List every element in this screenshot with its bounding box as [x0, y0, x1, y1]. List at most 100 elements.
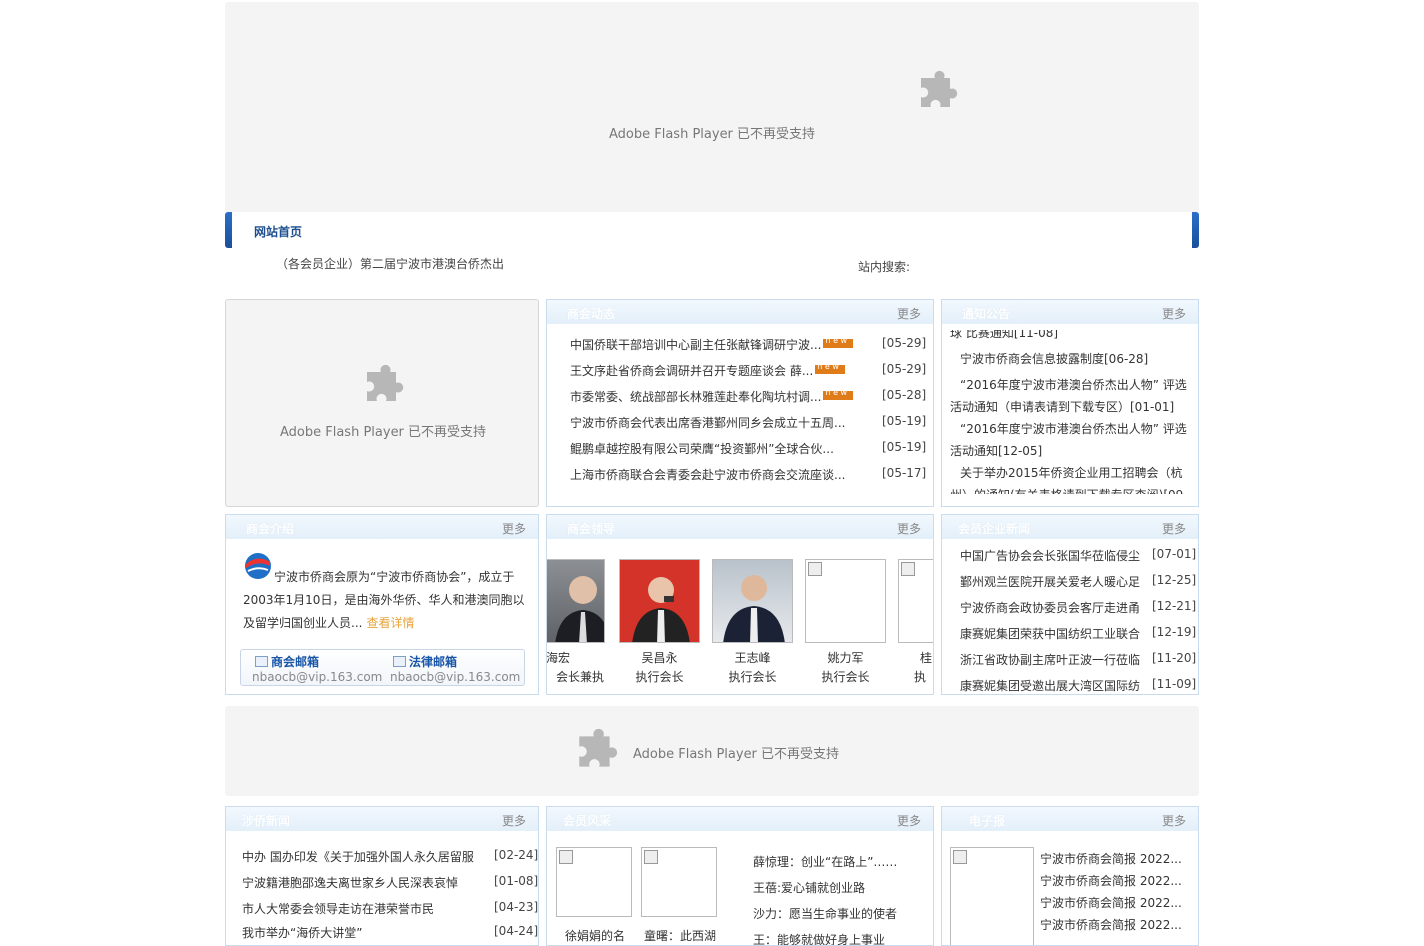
notice-line[interactable]: 活动通知[12-05]	[950, 442, 1042, 459]
chamber-mailbox-address[interactable]: nbaocb@vip.163.com	[252, 670, 382, 684]
member-photo-caption[interactable]: 徐娟娟的名	[565, 927, 625, 944]
view-details-link[interactable]: 查看详情	[366, 616, 414, 630]
broken-image-icon	[808, 562, 822, 576]
panel-title: 商会动态	[567, 307, 616, 321]
more-link[interactable]: 更多	[1162, 812, 1186, 829]
list-item[interactable]: 市委常委、统战部部长林雅莲赴奉化陶坑村调...[05-28]	[547, 388, 933, 414]
notice-line[interactable]: “2016年度宁波市港澳台侨杰出人物” 评选	[960, 376, 1187, 393]
more-link[interactable]: 更多	[897, 812, 921, 829]
main-nav-bar: 网站首页	[225, 212, 1199, 248]
notice-line[interactable]: 球 比赛通知[11-08]	[950, 330, 1058, 341]
newspaper-issue-link[interactable]: 宁波市侨商会简报 2022...	[1040, 850, 1182, 867]
list-item[interactable]: 鲲鹏卓越控股有限公司荣膺“投资鄞州”全球合伙... [05-19]	[547, 440, 933, 466]
panel-title: 商会介绍	[246, 522, 295, 536]
panel-header: 会员风采 更多	[547, 807, 933, 831]
list-item[interactable]: 鄞州观兰医院开展关爱老人暖心足 [12-25]	[942, 573, 1198, 599]
more-link[interactable]: 更多	[502, 812, 526, 829]
notice-line[interactable]: “2016年度宁波市港澳台侨杰出人物” 评选	[960, 420, 1187, 437]
flash-unsupported-message: Adobe Flash Player 已不再受支持	[280, 425, 487, 440]
notices-panel: 通知公告 更多 球 比赛通知[11-08] 宁波市侨商会信息披露制度[06-28…	[941, 299, 1199, 507]
flash-unsupported-message: Adobe Flash Player 已不再受支持	[609, 127, 816, 142]
notice-line[interactable]: 州）的通知(有关表格请到下载专区查阅)[09	[950, 486, 1183, 494]
leader-photo	[805, 559, 886, 643]
legal-mailbox-label[interactable]: 法律邮箱	[393, 653, 457, 670]
nav-home-link[interactable]: 网站首页	[254, 223, 302, 240]
puzzle-plugin-icon	[367, 364, 404, 401]
newspaper-issue-link[interactable]: 宁波市侨商会简报 2022...	[1040, 916, 1182, 933]
leader-card[interactable]: 桂 执	[898, 559, 933, 685]
member-story-link[interactable]: 王：能够就做好身上事业	[753, 931, 885, 945]
chamber-logo-icon	[245, 553, 271, 579]
news-ticker[interactable]: （各会员企业）第二届宁波市港澳台侨杰出	[276, 255, 504, 272]
puzzle-plugin-icon	[579, 728, 618, 767]
list-item[interactable]: 我市举办“海侨大讲堂” [04-24]	[226, 924, 538, 945]
leader-photo	[619, 559, 700, 643]
list-item[interactable]: 浙江省政协副主席叶正波一行莅临 [11-20]	[942, 651, 1198, 677]
more-link[interactable]: 更多	[897, 520, 921, 537]
leader-photo	[898, 559, 933, 643]
newspaper-issue-link[interactable]: 宁波市侨商会简报 2022...	[1040, 894, 1182, 911]
intro-text-line: 宁波市侨商会原为“宁波市侨商协会”，成立于	[274, 570, 515, 584]
member-photo[interactable]	[641, 847, 717, 917]
chamber-news-panel: 商会动态 更多 中国侨联干部培训中心副主任张献锋调研宁波...[05-29] 王…	[546, 299, 934, 507]
member-photo[interactable]	[556, 847, 632, 917]
list-item[interactable]: 中国广告协会会长张国华莅临侵尘 [07-01]	[942, 547, 1198, 573]
left-flash-panel: Adobe Flash Player 已不再受支持	[225, 299, 539, 507]
leader-card[interactable]: 吴昌永 执行会长	[619, 559, 700, 685]
flash-unsupported-message: Adobe Flash Player 已不再受支持	[633, 747, 840, 762]
chamber-mailbox-label[interactable]: 商会邮箱	[255, 653, 319, 670]
list-item[interactable]: 康赛妮集团荣获中国纺织工业联合 [12-19]	[942, 625, 1198, 651]
panel-title: 通知公告	[962, 307, 1011, 321]
list-item[interactable]: 康赛妮集团受邀出展大湾区国际纺 [11-09]	[942, 677, 1198, 694]
panel-title: 涉侨新闻	[242, 814, 291, 828]
leader-card[interactable]: 姚力军 执行会长	[805, 559, 886, 685]
new-badge-icon	[823, 388, 854, 400]
site-search-label: 站内搜索:	[858, 260, 911, 274]
leader-card[interactable]: 王志峰 执行会长	[712, 559, 793, 685]
member-story-link[interactable]: 王蓓:爱心铺就创业路	[753, 879, 865, 896]
leader-photo	[547, 559, 605, 643]
member-story-link[interactable]: 薛惊理：创业“在路上”……	[753, 853, 897, 870]
panel-title: 会员风采	[563, 814, 612, 828]
list-item[interactable]: 中办 国办印发《关于加强外国人永久居留服 [02-24]	[226, 848, 538, 874]
broken-image-icon	[644, 850, 658, 864]
more-link[interactable]: 更多	[1162, 305, 1186, 322]
more-link[interactable]: 更多	[897, 305, 921, 322]
more-link[interactable]: 更多	[1162, 520, 1186, 537]
legal-mailbox-address[interactable]: nbaocb@vip.163.com	[390, 670, 520, 684]
intro-text-line: 2003年1月10日，是由海外华侨、华人和港澳同胞以	[243, 593, 525, 607]
overseas-news-panel: 涉侨新闻 更多 中办 国办印发《关于加强外国人永久居留服 [02-24] 宁波籍港…	[225, 806, 539, 946]
broken-image-icon	[901, 562, 915, 576]
newspaper-issue-link[interactable]: 宁波市侨商会简报 2022...	[1040, 872, 1182, 889]
mail-icon	[255, 656, 268, 667]
panel-title: 商会领导	[567, 522, 616, 536]
panel-header: 电子报 更多	[942, 807, 1198, 831]
notice-line[interactable]: 活动通知（申请表请到下载专区）[01-01]	[950, 398, 1174, 415]
panel-header: 涉侨新闻 更多	[226, 807, 538, 831]
new-badge-icon	[815, 362, 846, 374]
member-news-panel: 会员企业新闻 更多 中国广告协会会长张国华莅临侵尘 [07-01] 鄞州观兰医院开…	[941, 514, 1199, 695]
more-link[interactable]: 更多	[502, 520, 526, 537]
list-item[interactable]: 王文序赴省侨商会调研并召开专题座谈会 薛...[05-29]	[547, 362, 933, 388]
list-item[interactable]: 宁波市侨商会代表出席香港鄞州同乡会成立十五周... [05-19]	[547, 414, 933, 440]
member-story-link[interactable]: 沙力：愿当生命事业的使者	[753, 905, 897, 922]
newspaper-cover[interactable]	[950, 847, 1034, 945]
middle-flash-banner: Adobe Flash Player 已不再受支持	[225, 706, 1199, 796]
intro-text-line: 及留学归国创业人员... 查看详情	[243, 616, 415, 630]
panel-header: 商会动态 更多	[547, 300, 933, 324]
broken-image-icon	[953, 850, 967, 864]
list-item[interactable]: 宁波籍港胞邵逸夫离世家乡人民深表哀悼 [01-08]	[226, 874, 538, 900]
list-item[interactable]: 中国侨联干部培训中心副主任张献锋调研宁波...[05-29]	[547, 336, 933, 362]
panel-header: 会员企业新闻 更多	[942, 515, 1198, 539]
notices-scroll-area: 球 比赛通知[11-08] 宁波市侨商会信息披露制度[06-28] “2016年…	[942, 330, 1198, 494]
notice-line[interactable]: 关于举办2015年侨资企业用工招聘会（杭	[960, 464, 1183, 481]
list-item[interactable]: 宁波侨商会政协委员会客厅走进甬 [12-21]	[942, 599, 1198, 625]
leader-card[interactable]: 海宏 会长兼执	[547, 559, 605, 685]
nav-right-cap	[1192, 212, 1199, 248]
member-style-panel: 会员风采 更多 徐娟娟的名 童曙：此西湖 薛惊理：创业“在路上”…… 王蓓:爱心…	[546, 806, 934, 946]
member-photo-caption[interactable]: 童曙：此西湖	[644, 927, 716, 944]
puzzle-plugin-icon	[921, 70, 958, 107]
list-item[interactable]: 上海市侨商联合会青委会赴宁波市侨商会交流座谈... [05-17]	[547, 466, 933, 492]
notice-line[interactable]: 宁波市侨商会信息披露制度[06-28]	[960, 350, 1148, 367]
list-item[interactable]: 市人大常委会领导走访在港荣誉市民 [04-23]	[226, 900, 538, 926]
